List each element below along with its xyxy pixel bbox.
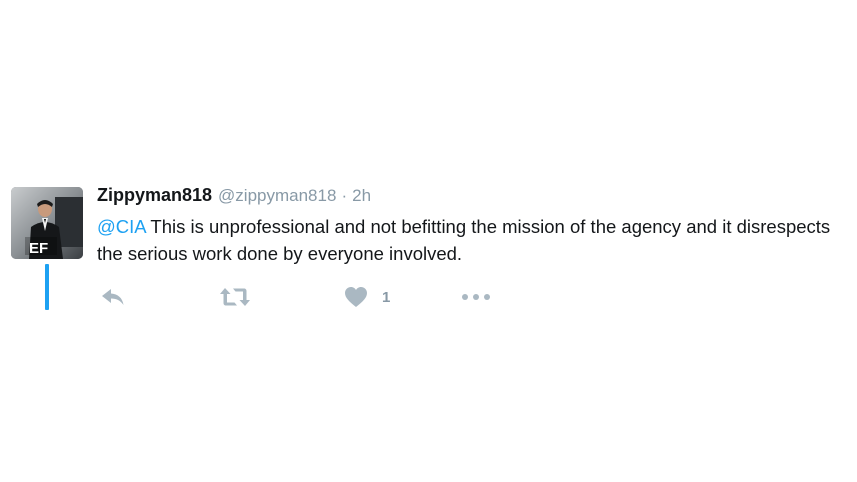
timestamp[interactable]: 2h	[352, 186, 371, 206]
avatar-monogram: EF	[29, 240, 48, 257]
thread-line	[45, 264, 49, 310]
more-options-button[interactable]	[461, 283, 491, 311]
mention-link[interactable]: @CIA	[97, 216, 146, 237]
reply-button[interactable]	[100, 283, 126, 311]
tweet-header: Zippyman818 @zippyman818 · 2h	[97, 185, 371, 211]
heart-icon	[345, 287, 367, 307]
retweet-icon	[220, 288, 250, 306]
tweet-body: This is unprofessional and not befitting…	[97, 216, 831, 264]
page: EF Zippyman818 @zippyman818 · 2h @CIA Th…	[0, 0, 857, 482]
separator-dot: ·	[341, 186, 348, 205]
user-handle[interactable]: @zippyman818	[218, 186, 336, 206]
reply-icon	[102, 289, 124, 305]
like-button[interactable]: 1	[344, 283, 390, 311]
avatar-image: EF	[11, 187, 83, 259]
display-name[interactable]: Zippyman818	[97, 185, 212, 206]
tweet-text: @CIA This is unprofessional and not befi…	[97, 213, 842, 267]
retweet-button[interactable]	[219, 283, 251, 311]
like-count: 1	[382, 288, 391, 306]
more-dots-icon	[462, 294, 490, 300]
avatar[interactable]: EF	[11, 187, 83, 259]
tweet: EF Zippyman818 @zippyman818 · 2h @CIA Th…	[0, 0, 857, 482]
